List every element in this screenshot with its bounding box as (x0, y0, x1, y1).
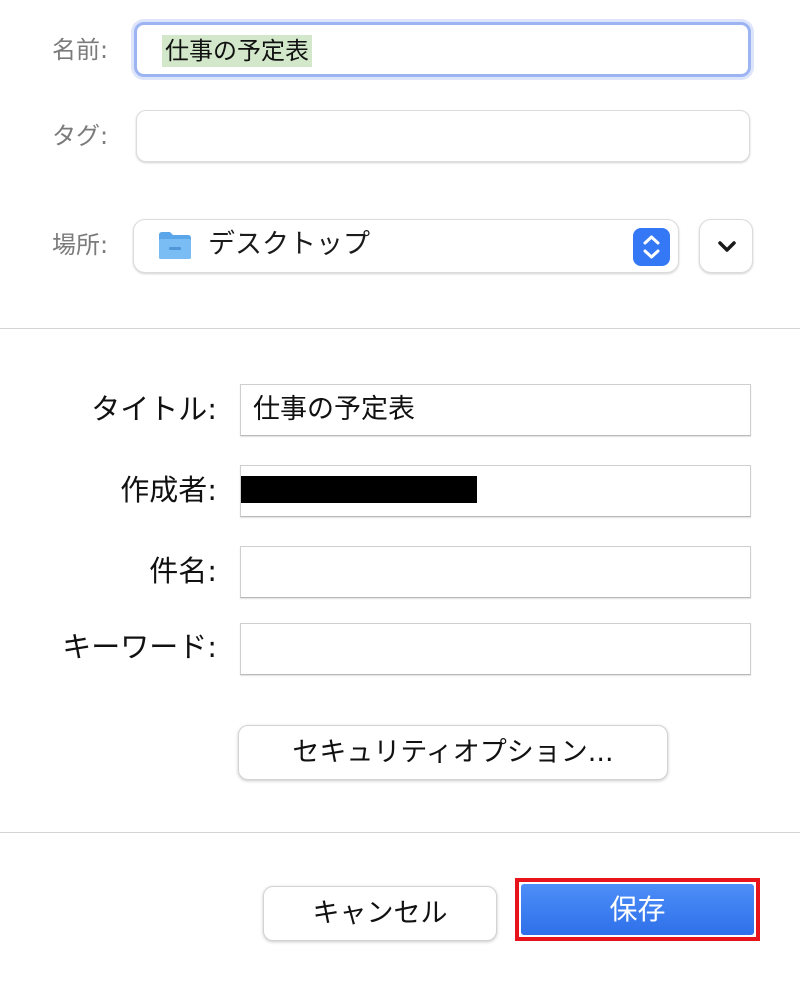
expand-button[interactable] (699, 219, 753, 273)
subject-field[interactable] (240, 546, 751, 598)
redaction-bar (241, 476, 477, 503)
location-label: 場所: (52, 231, 109, 259)
tags-input[interactable] (136, 110, 750, 162)
title-field-value: 仕事の予定表 (253, 394, 415, 425)
folder-icon (158, 230, 192, 260)
name-label: 名前: (52, 36, 109, 64)
save-button[interactable]: 保存 (521, 884, 754, 935)
name-input[interactable]: 仕事の予定表 (134, 22, 751, 77)
keywords-field[interactable] (240, 623, 751, 675)
save-dialog: 名前: 仕事の予定表 タグ: 場所: デスクトップ タイトル: 仕事の予定表 作… (0, 0, 800, 988)
divider-top (0, 328, 800, 329)
divider-bottom (0, 832, 800, 833)
location-popup[interactable]: デスクトップ (133, 219, 679, 273)
title-field[interactable]: 仕事の予定表 (240, 384, 751, 436)
name-input-value: 仕事の予定表 (162, 35, 312, 67)
author-field[interactable] (240, 465, 751, 517)
location-value: デスクトップ (208, 229, 370, 260)
subject-label: 件名: (149, 554, 217, 588)
security-options-button[interactable]: セキュリティオプション... (238, 725, 668, 780)
chevron-down-icon (718, 241, 736, 252)
cancel-button[interactable]: キャンセル (263, 886, 497, 941)
keywords-label: キーワード: (62, 630, 217, 664)
title-label: タイトル: (91, 392, 217, 426)
author-label: 作成者: (120, 473, 217, 507)
up-down-chevron-icon[interactable] (633, 228, 670, 266)
tags-label: タグ: (52, 122, 109, 150)
